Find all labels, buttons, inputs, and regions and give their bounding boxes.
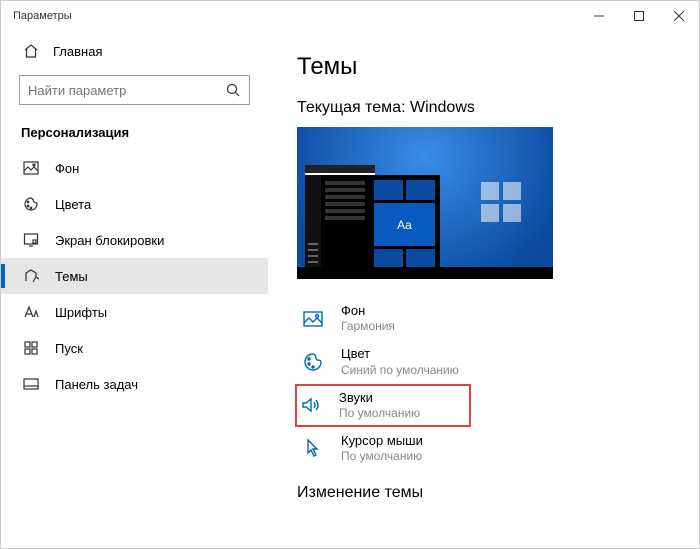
fonts-icon <box>23 304 39 320</box>
palette-icon <box>23 196 39 212</box>
setting-value: По умолчанию <box>341 449 423 464</box>
setting-label: Курсор мыши <box>341 433 423 449</box>
preview-tile-aa: Aa <box>374 203 435 246</box>
setting-cursor[interactable]: Курсор мыши По умолчанию <box>297 427 671 470</box>
minimize-button[interactable] <box>579 1 619 31</box>
setting-text: Звуки По умолчанию <box>339 390 420 421</box>
sidebar-item-label: Цвета <box>55 197 91 212</box>
window-controls <box>579 1 699 31</box>
setting-label: Звуки <box>339 390 420 406</box>
theme-preview[interactable]: Aa <box>297 127 553 279</box>
picture-icon <box>299 305 327 333</box>
category-title: Персонализация <box>1 119 268 150</box>
setting-background[interactable]: Фон Гармония <box>297 297 671 340</box>
titlebar: Параметры <box>1 1 699 31</box>
picture-icon <box>23 160 39 176</box>
taskbar-icon <box>23 376 39 392</box>
sidebar-item-taskbar[interactable]: Панель задач <box>1 366 268 402</box>
content-area: Темы Текущая тема: Windows Aa Фон Гармо <box>269 31 699 548</box>
sidebar-item-colors[interactable]: Цвета <box>1 186 268 222</box>
page-title: Темы <box>297 53 671 81</box>
setting-value: Синий по умолчанию <box>341 363 459 378</box>
setting-sounds[interactable]: Звуки По умолчанию <box>295 384 471 427</box>
setting-text: Фон Гармония <box>341 303 395 334</box>
sidebar-item-start[interactable]: Пуск <box>1 330 268 366</box>
search-container <box>19 75 250 105</box>
themes-icon <box>23 268 39 284</box>
sidebar-item-label: Темы <box>55 269 88 284</box>
setting-text: Курсор мыши По умолчанию <box>341 433 423 464</box>
search-box[interactable] <box>19 75 250 105</box>
sidebar-item-background[interactable]: Фон <box>1 150 268 186</box>
window-title: Параметры <box>13 10 72 22</box>
change-theme-heading: Изменение темы <box>297 484 671 502</box>
setting-label: Цвет <box>341 346 459 362</box>
setting-label: Фон <box>341 303 395 319</box>
sidebar-item-fonts[interactable]: Шрифты <box>1 294 268 330</box>
home-label: Главная <box>53 44 102 59</box>
cursor-icon <box>299 434 327 462</box>
sidebar-item-label: Панель задач <box>55 377 138 392</box>
setting-text: Цвет Синий по умолчанию <box>341 346 459 377</box>
start-icon <box>23 340 39 356</box>
sidebar-item-label: Экран блокировки <box>55 233 164 248</box>
setting-value: По умолчанию <box>339 406 420 421</box>
palette-icon <box>299 348 327 376</box>
search-input[interactable] <box>28 83 225 98</box>
close-button[interactable] <box>659 1 699 31</box>
sidebar-item-lockscreen[interactable]: Экран блокировки <box>1 222 268 258</box>
home-link[interactable]: Главная <box>1 35 268 69</box>
sidebar-item-label: Пуск <box>55 341 83 356</box>
lockscreen-icon <box>23 232 39 248</box>
setting-value: Гармония <box>341 319 395 334</box>
setting-color[interactable]: Цвет Синий по умолчанию <box>297 340 671 383</box>
sidebar-item-themes[interactable]: Темы <box>1 258 268 294</box>
sidebar: Главная Персонализация Фон Цвета Экран б… <box>1 31 269 548</box>
sidebar-item-label: Фон <box>55 161 79 176</box>
speaker-icon <box>297 391 325 419</box>
home-icon <box>23 43 39 59</box>
current-theme-label: Текущая тема: Windows <box>297 99 671 117</box>
maximize-button[interactable] <box>619 1 659 31</box>
sidebar-item-label: Шрифты <box>55 305 107 320</box>
search-icon <box>225 82 241 98</box>
